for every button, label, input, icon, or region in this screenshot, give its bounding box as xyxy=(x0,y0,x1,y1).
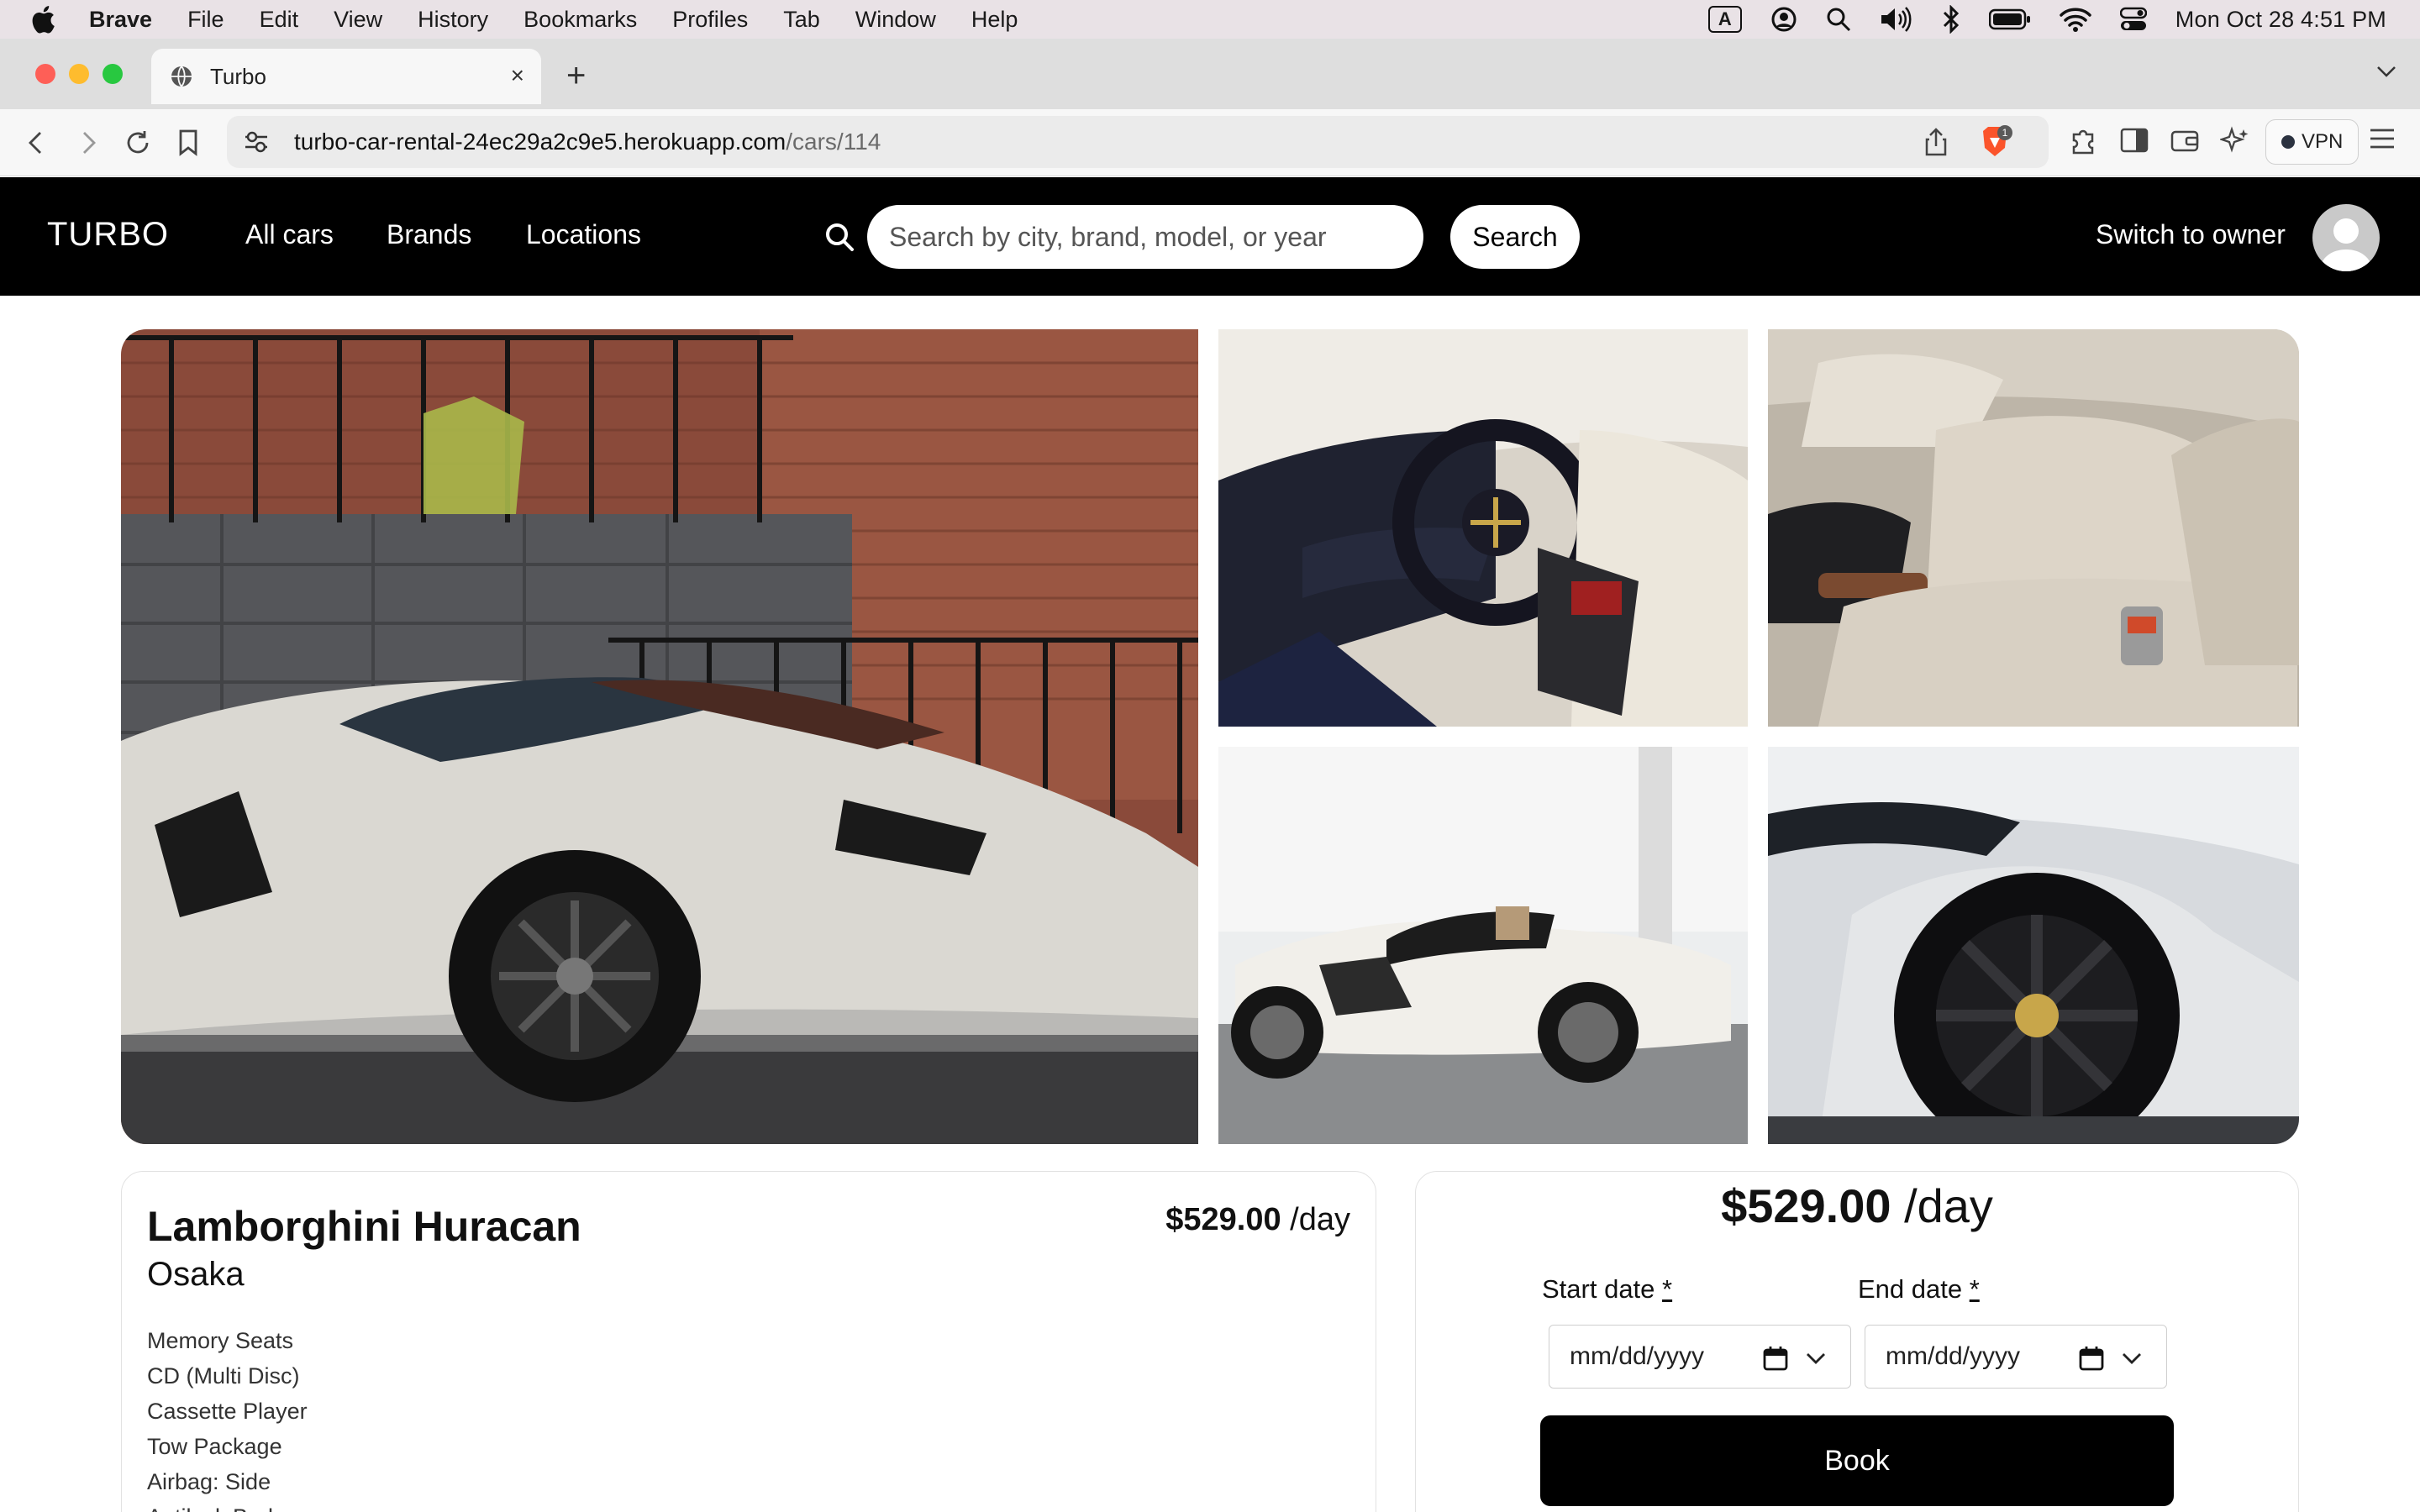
user-account-icon[interactable] xyxy=(1770,6,1797,33)
wifi-icon[interactable] xyxy=(2060,7,2091,32)
list-item: Tow Package xyxy=(147,1434,282,1459)
bookmark-icon[interactable] xyxy=(171,126,205,160)
end-date-placeholder: mm/dd/yyyy xyxy=(1886,1342,2021,1370)
browser-tab-turbo[interactable]: Turbo × xyxy=(151,49,541,104)
globe-icon xyxy=(170,65,193,88)
menu-tab[interactable]: Tab xyxy=(783,7,820,33)
exterior-photo-roadster[interactable] xyxy=(1218,747,1748,1144)
url-host: turbo-car-rental-24ec29a2c9e5.herokuapp.… xyxy=(294,129,786,155)
booking-price-unit: /day xyxy=(1891,1179,1993,1232)
start-date-label: Start date * xyxy=(1542,1274,1673,1304)
car-details-card: Lamborghini Huracan Osaka $529.00 /day M… xyxy=(121,1171,1376,1512)
menu-file[interactable]: File xyxy=(187,7,224,33)
sidebar-icon[interactable] xyxy=(2119,126,2149,159)
address-bar[interactable]: turbo-car-rental-24ec29a2c9e5.herokuapp.… xyxy=(227,116,2049,168)
interior-photo-seats[interactable] xyxy=(1768,329,2299,727)
feature-list: Memory Seats CD (Multi Disc) Cassette Pl… xyxy=(147,1323,308,1512)
brave-shields-icon[interactable]: 1 xyxy=(1978,124,2013,160)
menu-bookmarks[interactable]: Bookmarks xyxy=(523,7,637,33)
end-date-label: End date * xyxy=(1858,1274,1980,1304)
vpn-status-icon xyxy=(2281,135,2295,149)
menu-profiles[interactable]: Profiles xyxy=(672,7,748,33)
start-date-placeholder: mm/dd/yyyy xyxy=(1570,1342,1705,1370)
search-icon xyxy=(823,221,855,257)
menu-brave[interactable]: Brave xyxy=(89,7,152,33)
search-button[interactable]: Search xyxy=(1450,205,1580,269)
booking-card: $529.00 /day Start date * End date * mm/… xyxy=(1415,1171,2299,1512)
exterior-photo-wheel[interactable] xyxy=(1768,747,2299,1144)
site-header: TURBO All cars Brands Locations Search S… xyxy=(0,177,2420,296)
zoom-window-button[interactable] xyxy=(103,64,123,84)
back-arrow-icon[interactable] xyxy=(20,126,54,160)
car-name: Lamborghini Huracan xyxy=(147,1203,581,1250)
vpn-label: VPN xyxy=(2302,130,2344,153)
switch-to-owner-link[interactable]: Switch to owner xyxy=(2096,219,2286,250)
forward-arrow-icon[interactable] xyxy=(71,126,104,160)
spotlight-search-icon[interactable] xyxy=(1826,7,1851,32)
required-mark: * xyxy=(1969,1274,1980,1304)
apple-icon[interactable] xyxy=(30,5,76,34)
nav-brands[interactable]: Brands xyxy=(387,219,471,250)
list-item: Antilock Brakes xyxy=(147,1499,308,1512)
start-date-input[interactable]: mm/dd/yyyy xyxy=(1549,1325,1851,1389)
photo-gallery xyxy=(121,329,2299,1144)
chevron-down-icon[interactable] xyxy=(1805,1347,1827,1376)
leo-ai-icon[interactable] xyxy=(2218,126,2250,160)
close-tab-icon[interactable]: × xyxy=(511,64,524,87)
url-path: /cars/114 xyxy=(786,129,881,155)
avatar[interactable] xyxy=(2312,204,2380,271)
site-settings-icon[interactable] xyxy=(244,130,269,154)
list-item: Memory Seats xyxy=(147,1328,294,1353)
booking-price: $529.00 /day xyxy=(1416,1179,2298,1233)
hamburger-menu-icon[interactable] xyxy=(2368,126,2396,155)
menu-history[interactable]: History xyxy=(418,7,488,33)
list-item: Airbag: Side xyxy=(147,1469,271,1494)
chevron-down-icon[interactable] xyxy=(2121,1347,2143,1376)
list-item: Cassette Player xyxy=(147,1399,308,1424)
control-center-icon[interactable] xyxy=(2119,7,2147,32)
tab-list-chevron-icon[interactable] xyxy=(2375,59,2398,87)
car-price-unit: /day xyxy=(1281,1202,1350,1237)
book-button[interactable]: Book xyxy=(1540,1415,2174,1506)
battery-icon[interactable] xyxy=(1988,8,2031,30)
volume-icon[interactable] xyxy=(1880,7,1913,32)
end-date-input[interactable]: mm/dd/yyyy xyxy=(1865,1325,2167,1389)
new-tab-button[interactable]: + xyxy=(566,55,586,96)
required-mark: * xyxy=(1662,1274,1673,1304)
window-controls xyxy=(35,64,123,84)
reload-icon[interactable] xyxy=(121,126,155,160)
tab-title: Turbo xyxy=(210,63,266,89)
menu-view[interactable]: View xyxy=(334,7,382,33)
calendar-icon[interactable] xyxy=(1763,1346,1788,1378)
bluetooth-icon[interactable] xyxy=(1942,5,1960,34)
close-window-button[interactable] xyxy=(35,64,55,84)
car-price: $529.00 /day xyxy=(1165,1202,1350,1238)
menu-edit[interactable]: Edit xyxy=(260,7,299,33)
shields-count: 1 xyxy=(2002,127,2008,139)
nav-all-cars[interactable]: All cars xyxy=(245,219,334,250)
car-location: Osaka xyxy=(147,1256,245,1293)
site-logo[interactable]: TURBO xyxy=(47,216,169,254)
extensions-icon[interactable] xyxy=(2069,126,2099,160)
booking-price-amount: $529.00 xyxy=(1721,1179,1891,1232)
menubar-clock[interactable]: Mon Oct 28 4:51 PM xyxy=(2175,7,2386,33)
browser-toolbar: turbo-car-rental-24ec29a2c9e5.herokuapp.… xyxy=(0,109,2420,176)
menu-window[interactable]: Window xyxy=(855,7,936,33)
list-item: CD (Multi Disc) xyxy=(147,1363,300,1389)
wallet-icon[interactable] xyxy=(2170,126,2200,159)
browser-tabstrip: Turbo × + xyxy=(0,39,2420,109)
input-source-icon[interactable]: A xyxy=(1707,6,1742,33)
search-input[interactable] xyxy=(867,205,1423,269)
minimize-window-button[interactable] xyxy=(69,64,89,84)
main-car-photo[interactable] xyxy=(121,329,1198,1144)
nav-locations[interactable]: Locations xyxy=(526,219,641,250)
macos-menubar: Brave File Edit View History Bookmarks P… xyxy=(0,0,2420,39)
interior-photo-dashboard[interactable] xyxy=(1218,329,1748,727)
calendar-icon[interactable] xyxy=(2079,1346,2104,1378)
vpn-button[interactable]: VPN xyxy=(2265,119,2360,165)
share-icon[interactable] xyxy=(1924,128,1948,162)
car-price-amount: $529.00 xyxy=(1165,1202,1281,1237)
menu-help[interactable]: Help xyxy=(971,7,1018,33)
